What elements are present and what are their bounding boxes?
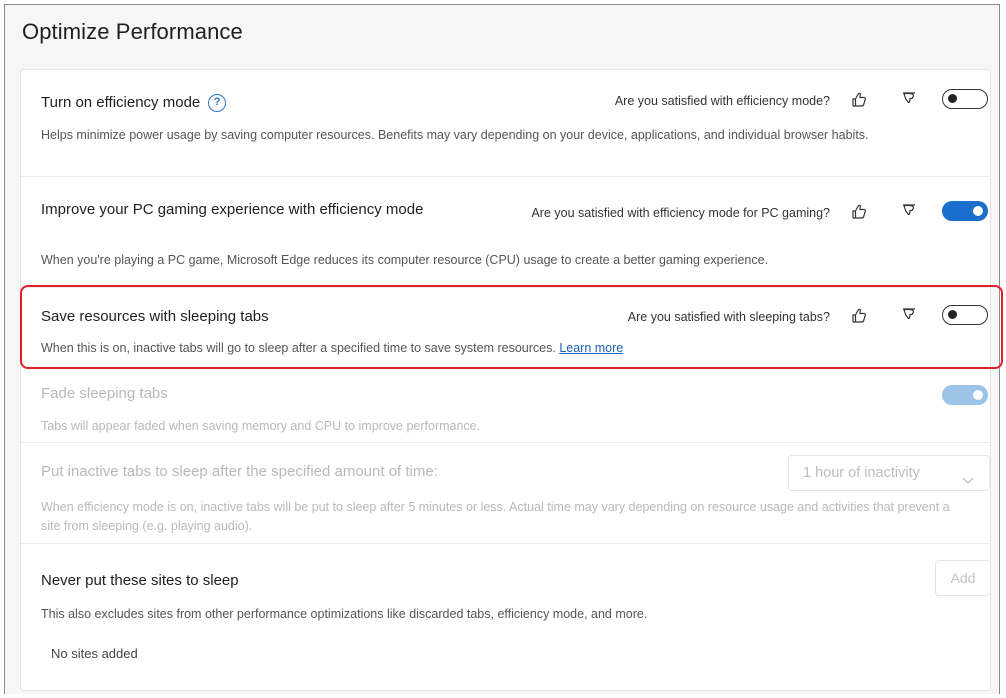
efficiency-mode-description: Helps minimize power usage by saving com…	[41, 128, 869, 142]
thumbs-up-icon[interactable]	[850, 90, 868, 108]
page-title: Optimize Performance	[22, 19, 243, 44]
help-circle-icon[interactable]: ?	[208, 94, 227, 113]
efficiency-mode-toggle[interactable]	[942, 89, 988, 109]
chevron-down-icon	[961, 466, 975, 500]
thumbs-down-icon[interactable]	[900, 202, 918, 220]
learn-more-link[interactable]: Learn more	[559, 341, 623, 355]
no-sites-text: No sites added	[51, 646, 138, 661]
gaming-toggle[interactable]	[942, 201, 988, 221]
fade-sleeping-tabs-title: Fade sleeping tabs	[41, 385, 168, 402]
gaming-feedback-question: Are you satisfied with efficiency mode f…	[531, 206, 830, 220]
add-site-button[interactable]: Add	[935, 560, 991, 596]
performance-card: Turn on efficiency mode? Are you satisfi…	[20, 69, 991, 691]
thumbs-down-icon[interactable]	[900, 306, 918, 324]
sleeping-feedback-question: Are you satisfied with sleeping tabs?	[627, 310, 830, 324]
efficiency-mode-title: Turn on efficiency mode	[41, 94, 201, 111]
gaming-title: Improve your PC gaming experience with e…	[41, 201, 424, 218]
toggle-knob	[948, 310, 957, 319]
sleeping-tabs-description: When this is on, inactive tabs will go t…	[41, 341, 556, 355]
thumbs-up-icon[interactable]	[850, 202, 868, 220]
sleeping-tabs-description-wrap: When this is on, inactive tabs will go t…	[41, 339, 951, 358]
never-sleep-title: Never put these sites to sleep	[41, 572, 239, 589]
thumbs-down-icon[interactable]	[900, 90, 918, 108]
toggle-knob	[973, 206, 983, 216]
thumbs-up-icon[interactable]	[850, 306, 868, 324]
sleeping-tabs-title: Save resources with sleeping tabs	[41, 308, 269, 325]
sleeping-tabs-row: Save resources with sleeping tabs Are yo…	[21, 288, 990, 374]
never-sleep-description: This also excludes sites from other perf…	[41, 607, 648, 621]
fade-sleeping-tabs-toggle[interactable]	[942, 385, 988, 405]
fade-sleeping-tabs-description: Tabs will appear faded when saving memor…	[41, 419, 481, 433]
fade-sleeping-tabs-row: Fade sleeping tabs Tabs will appear fade…	[21, 375, 990, 437]
efficiency-mode-title-wrap: Turn on efficiency mode?	[41, 92, 227, 114]
inactive-tabs-row: Put inactive tabs to sleep after the spe…	[21, 443, 990, 543]
settings-panel: Optimize Performance Turn on efficiency …	[4, 4, 1000, 694]
gaming-description: When you're playing a PC game, Microsoft…	[41, 253, 769, 267]
toggle-knob	[973, 390, 983, 400]
never-sleep-row: Never put these sites to sleep Add This …	[21, 544, 991, 692]
toggle-knob	[948, 94, 957, 103]
gaming-row: Improve your PC gaming experience with e…	[21, 177, 990, 287]
efficiency-mode-row: Turn on efficiency mode? Are you satisfi…	[21, 70, 990, 175]
efficiency-feedback-question: Are you satisfied with efficiency mode?	[614, 94, 830, 108]
inactive-tabs-title: Put inactive tabs to sleep after the spe…	[41, 463, 438, 480]
inactivity-time-select[interactable]: 1 hour of inactivity	[788, 455, 990, 491]
sleeping-tabs-toggle[interactable]	[942, 305, 988, 325]
inactive-tabs-description: When efficiency mode is on, inactive tab…	[41, 500, 950, 533]
inactivity-time-selected: 1 hour of inactivity	[803, 465, 920, 481]
